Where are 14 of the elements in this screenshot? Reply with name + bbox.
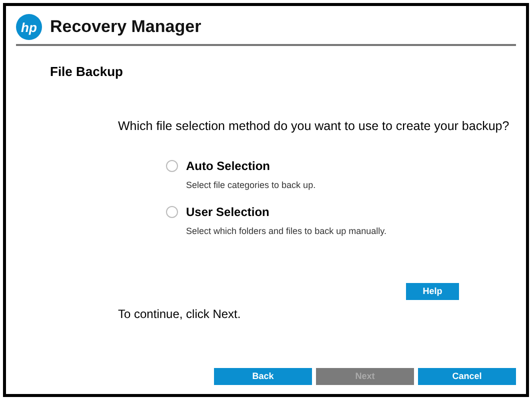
option-description: Select file categories to back up. <box>186 179 317 192</box>
instruction-text: To continue, click Next. <box>118 306 241 324</box>
question-text: Which file selection method do you want to use to create your backup? <box>118 118 510 135</box>
option-label[interactable]: Auto Selection <box>186 157 270 176</box>
option-description: Select which folders and files to back up manually. <box>186 224 388 238</box>
window-title: Recovery Manager <box>50 16 202 38</box>
radio-button[interactable] <box>166 160 178 172</box>
option-label[interactable]: User Selection <box>186 202 270 221</box>
page-title: File Backup <box>50 63 123 81</box>
wizard-button[interactable]: Back <box>214 368 312 385</box>
wizard-button[interactable]: Cancel <box>418 368 516 385</box>
help-button[interactable]: Help <box>406 283 459 300</box>
radio-button[interactable] <box>166 206 178 218</box>
logo: hp <box>16 14 42 40</box>
